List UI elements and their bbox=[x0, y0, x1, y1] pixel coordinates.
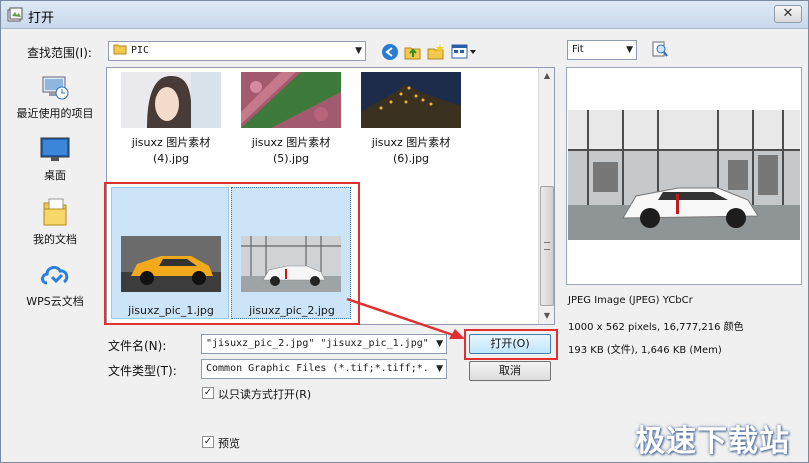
readonly-label: 以只读方式打开(R) bbox=[218, 388, 312, 401]
window-title: 打开 bbox=[28, 11, 55, 26]
chevron-down-icon: ▼ bbox=[436, 364, 443, 374]
file-name: jisuxz_pic_2.jpg bbox=[249, 304, 335, 317]
close-button[interactable]: ✕ bbox=[774, 5, 802, 23]
filename-value: "jisuxz_pic_2.jpg" "jisuxz_pic_1.jpg" bbox=[206, 338, 429, 349]
places-bar: 最近使用的项目 桌面 我的文档 WPS云文档 bbox=[9, 65, 101, 325]
view-menu-icon[interactable] bbox=[451, 43, 477, 61]
portrait-thumbnail bbox=[121, 72, 221, 128]
preview-info-format: JPEG Image (JPEG) YCbCr bbox=[568, 295, 693, 306]
scroll-thumb[interactable] bbox=[540, 186, 554, 306]
selected-file-item[interactable]: jisuxz_pic_1.jpg bbox=[111, 187, 229, 319]
app-icon bbox=[7, 7, 23, 22]
zoom-combo[interactable]: Fit ▼ bbox=[567, 40, 637, 60]
chevron-down-icon: ▼ bbox=[626, 45, 633, 55]
place-wps-cloud[interactable]: WPS云文档 bbox=[9, 259, 101, 309]
preview-zoom-icon[interactable] bbox=[652, 40, 668, 58]
place-label: WPS云文档 bbox=[26, 295, 84, 308]
file-name: jisuxz 图片素材 bbox=[131, 136, 211, 149]
place-label: 我的文档 bbox=[33, 233, 77, 246]
preview-image bbox=[568, 110, 800, 240]
zoom-value: Fit bbox=[572, 44, 584, 55]
file-name-ext: (6).jpg bbox=[392, 152, 430, 165]
file-name-ext: (5).jpg bbox=[272, 152, 310, 165]
title-bar[interactable]: 打开 ✕ bbox=[1, 1, 808, 29]
chevron-down-icon: ▼ bbox=[355, 46, 362, 56]
filetype-label: 文件类型(T): bbox=[108, 364, 177, 378]
folder-icon bbox=[113, 44, 127, 55]
desktop-icon bbox=[40, 137, 70, 161]
place-label: 桌面 bbox=[44, 169, 66, 182]
file-name: jisuxz_pic_1.jpg bbox=[128, 304, 214, 317]
file-name: jisuxz 图片素材 bbox=[371, 136, 451, 149]
lookin-label: 查找范围(I): bbox=[27, 46, 92, 60]
lookin-value: PIC bbox=[131, 45, 150, 56]
recent-items-icon bbox=[42, 76, 69, 100]
white-car-showroom-thumbnail bbox=[241, 236, 341, 292]
scroll-up-icon[interactable]: ▲ bbox=[540, 69, 554, 83]
back-icon[interactable] bbox=[381, 43, 399, 61]
preview-label: 预览 bbox=[218, 437, 240, 450]
cloud-icon bbox=[41, 265, 69, 285]
file-item[interactable]: jisuxz 图片素材 (5).jpg bbox=[231, 72, 351, 167]
file-item[interactable]: jisuxz 图片素材 (6).jpg bbox=[351, 72, 471, 167]
file-list[interactable]: jisuxz 图片素材 (4).jpg jisuxz 图片素材 (5).jpg ji… bbox=[106, 67, 555, 325]
up-folder-icon[interactable] bbox=[404, 43, 422, 61]
lookin-combo[interactable]: PIC ▼ bbox=[108, 41, 366, 61]
aerial-trees-thumbnail bbox=[241, 72, 341, 128]
preview-checkbox[interactable]: ✓ bbox=[202, 436, 214, 448]
open-button[interactable]: 打开(O) bbox=[469, 334, 551, 354]
documents-icon bbox=[43, 198, 67, 226]
scroll-down-icon[interactable]: ▼ bbox=[540, 309, 554, 323]
filetype-value: Common Graphic Files (*.tif;*.tiff;*. bbox=[206, 363, 429, 374]
place-label: 最近使用的项目 bbox=[16, 107, 94, 120]
open-file-dialog: 打开 ✕ 查找范围(I): PIC ▼ 最近使用的项目 桌面 我的文档 WPS云… bbox=[0, 0, 809, 463]
yellow-suv-thumbnail bbox=[121, 236, 221, 292]
preview-box bbox=[566, 67, 802, 285]
place-my-documents[interactable]: 我的文档 bbox=[9, 197, 101, 247]
chevron-down-icon: ▼ bbox=[436, 339, 443, 349]
preview-info-size: 193 KB (文件), 1,646 KB (Mem) bbox=[568, 345, 722, 356]
file-item[interactable]: jisuxz 图片素材 (4).jpg bbox=[111, 72, 231, 167]
place-desktop[interactable]: 桌面 bbox=[9, 135, 101, 183]
watermark-logo: 极速下载站 bbox=[635, 424, 790, 459]
filetype-combo[interactable]: Common Graphic Files (*.tif;*.tiff;*. ▼ bbox=[201, 359, 447, 379]
file-name-ext: (4).jpg bbox=[152, 152, 190, 165]
readonly-checkbox[interactable]: ✓ bbox=[202, 387, 214, 399]
file-name: jisuxz 图片素材 bbox=[251, 136, 331, 149]
file-list-scrollbar[interactable]: ▲ ▼ bbox=[538, 68, 554, 324]
filename-combo[interactable]: "jisuxz_pic_2.jpg" "jisuxz_pic_1.jpg" ▼ bbox=[201, 334, 447, 354]
new-folder-icon[interactable] bbox=[427, 43, 445, 61]
filename-label: 文件名(N): bbox=[108, 339, 167, 353]
night-town-thumbnail bbox=[361, 72, 461, 128]
selected-file-item[interactable]: jisuxz_pic_2.jpg bbox=[231, 187, 351, 319]
cancel-button[interactable]: 取消 bbox=[469, 361, 551, 381]
preview-info-dimensions: 1000 x 562 pixels, 16,777,216 颜色 bbox=[568, 322, 744, 333]
place-recent-items[interactable]: 最近使用的项目 bbox=[9, 73, 101, 121]
